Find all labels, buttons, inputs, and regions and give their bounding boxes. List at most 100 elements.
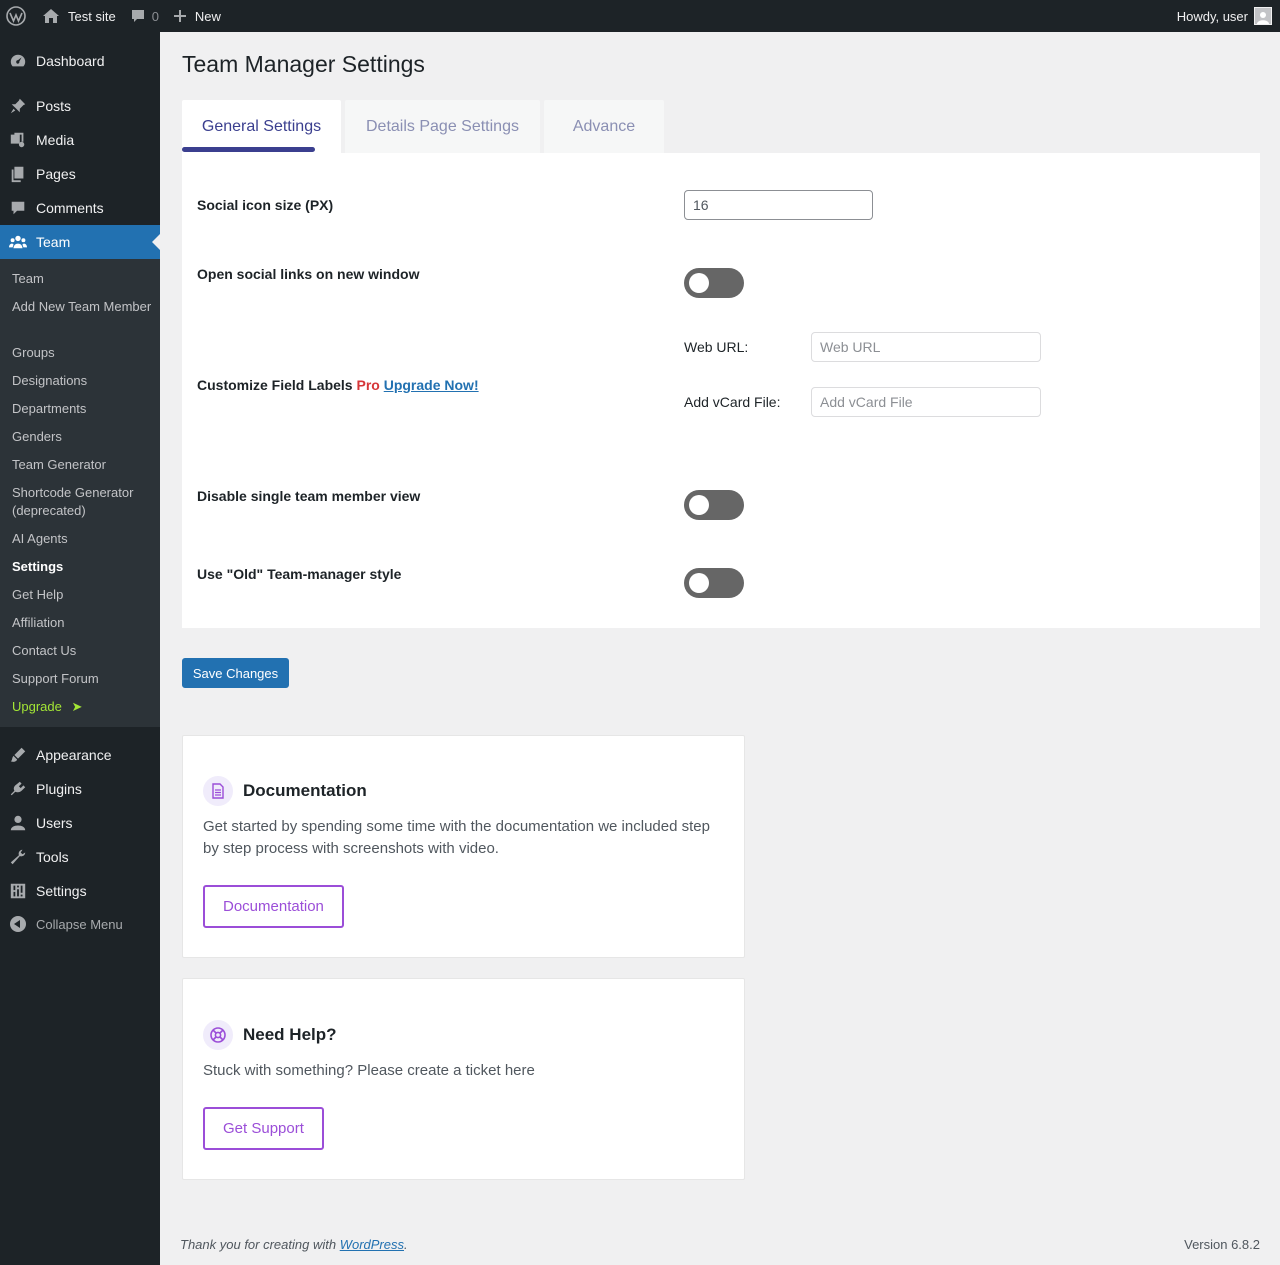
submenu-designations[interactable]: Designations (12, 372, 152, 390)
customize-labels-text: Customize Field Labels (197, 377, 353, 393)
plus-icon (173, 10, 186, 22)
wrench-icon (0, 848, 36, 866)
tab-general-settings[interactable]: General Settings (182, 100, 341, 153)
get-support-button[interactable]: Get Support (203, 1107, 324, 1150)
documentation-card: Documentation Get started by spending so… (182, 735, 745, 958)
current-menu-arrow (152, 234, 160, 250)
menu-settings[interactable]: Settings (0, 874, 160, 908)
tab-details-page-settings[interactable]: Details Page Settings (345, 100, 540, 153)
site-name: Test site (68, 8, 116, 24)
user-icon (0, 814, 36, 832)
menu-pages[interactable]: Pages (0, 157, 160, 191)
wordpress-logo-icon[interactable] (0, 0, 35, 32)
collapse-icon (0, 916, 36, 932)
submenu-ai-agents[interactable]: AI Agents (12, 530, 152, 548)
submenu-support-forum[interactable]: Support Forum (12, 670, 152, 688)
page-title: Team Manager Settings (182, 51, 425, 77)
dashboard-icon (0, 52, 36, 70)
customize-labels-label: Customize Field Labels Pro Upgrade Now! (197, 377, 479, 393)
footer-thanks: Thank you for creating with WordPress. (180, 1237, 408, 1252)
plug-icon (0, 780, 36, 798)
submenu-team-generator[interactable]: Team Generator (12, 456, 152, 474)
submenu-settings[interactable]: Settings (12, 558, 152, 576)
comments-link[interactable]: 0 (123, 0, 166, 32)
menu-label: Team (36, 234, 71, 250)
upgrade-now-link[interactable]: Upgrade Now! (384, 377, 479, 393)
collapse-menu-button[interactable]: Collapse Menu (0, 909, 160, 939)
old-style-toggle[interactable] (684, 568, 744, 598)
menu-team[interactable]: Team (0, 225, 160, 259)
my-account-link[interactable]: Howdy, user (1170, 0, 1280, 32)
menu-plugins[interactable]: Plugins (0, 772, 160, 806)
lifebuoy-icon (203, 1020, 233, 1050)
need-help-title: Need Help? (243, 1025, 337, 1044)
menu-label: Settings (36, 883, 87, 899)
new-window-label: Open social links on new window (197, 266, 420, 282)
menu-label: Tools (36, 849, 69, 865)
menu-label: Media (36, 132, 75, 148)
menu-dashboard[interactable]: Dashboard (0, 44, 160, 78)
icon-size-input[interactable] (684, 190, 873, 220)
old-style-label: Use "Old" Team-manager style (197, 566, 402, 582)
new-window-toggle[interactable] (684, 268, 744, 298)
submenu-get-help[interactable]: Get Help (12, 586, 152, 604)
comment-icon (131, 10, 144, 22)
howdy-text: Howdy, user (1176, 8, 1248, 24)
need-help-text: Stuck with something? Please create a ti… (203, 1062, 535, 1079)
new-label: New (194, 8, 221, 24)
web-url-input[interactable] (811, 332, 1041, 362)
menu-comments[interactable]: Comments (0, 191, 160, 225)
menu-label: Pages (36, 166, 76, 182)
brush-icon (0, 746, 36, 764)
vcard-input[interactable] (811, 387, 1041, 417)
menu-label: Dashboard (36, 53, 105, 69)
submenu-departments[interactable]: Departments (12, 400, 152, 418)
pages-icon (0, 165, 36, 183)
upgrade-label: Upgrade (12, 699, 62, 714)
submenu-shortcode-generator[interactable]: Shortcode Generator (deprecated) (12, 484, 152, 520)
menu-users[interactable]: Users (0, 806, 160, 840)
admin-bar: Test site 0 New Howdy, user (0, 0, 1280, 32)
submenu-upgrade[interactable]: Upgrade ➤ (12, 698, 152, 716)
documentation-button[interactable]: Documentation (203, 885, 344, 928)
menu-label: Appearance (36, 747, 112, 763)
submenu-team[interactable]: Team (12, 270, 152, 288)
submenu-genders[interactable]: Genders (12, 428, 152, 446)
menu-tools[interactable]: Tools (0, 840, 160, 874)
menu-label: Posts (36, 98, 72, 114)
web-url-label: Web URL: (684, 339, 749, 355)
menu-label: Comments (36, 200, 104, 216)
menu-posts[interactable]: Posts (0, 89, 160, 123)
menu-label: Plugins (36, 781, 82, 797)
menu-label: Users (36, 815, 73, 831)
version-text: Version 6.8.2 (1184, 1237, 1260, 1252)
disable-single-view-label: Disable single team member view (197, 488, 421, 504)
need-help-card: Need Help? Stuck with something? Please … (182, 978, 745, 1180)
new-content-link[interactable]: New (166, 0, 228, 32)
submenu-contact-us[interactable]: Contact Us (12, 642, 152, 660)
disable-single-view-toggle[interactable] (684, 490, 744, 520)
wordpress-link[interactable]: WordPress (340, 1237, 404, 1252)
pro-badge: Pro (356, 377, 380, 393)
submenu-add-new-team-member[interactable]: Add New Team Member (12, 298, 152, 316)
sliders-icon (0, 882, 36, 900)
pin-icon (0, 97, 36, 115)
footer-thanks-text: Thank you for creating with (180, 1237, 340, 1252)
documentation-text: Get started by spending some time with t… (203, 818, 710, 857)
team-submenu: Team Add New Team Member Groups Designat… (0, 259, 160, 727)
home-icon (43, 9, 59, 23)
submenu-affiliation[interactable]: Affiliation (12, 614, 152, 632)
menu-media[interactable]: Media (0, 123, 160, 157)
arrow-right-icon: ➤ (71, 699, 83, 714)
submenu-groups[interactable]: Groups (12, 344, 152, 362)
media-icon (0, 131, 36, 149)
icon-size-label: Social icon size (PX) (197, 197, 334, 213)
admin-sidebar: Dashboard Posts Media Pages Comments Tea… (0, 32, 160, 1265)
save-changes-button[interactable]: Save Changes (182, 658, 289, 688)
menu-appearance[interactable]: Appearance (0, 738, 160, 772)
team-icon (0, 233, 36, 251)
vcard-label: Add vCard File: (684, 394, 781, 410)
tab-advance[interactable]: Advance (544, 100, 664, 153)
active-tab-indicator (182, 147, 315, 152)
site-name-link[interactable]: Test site (35, 0, 123, 32)
